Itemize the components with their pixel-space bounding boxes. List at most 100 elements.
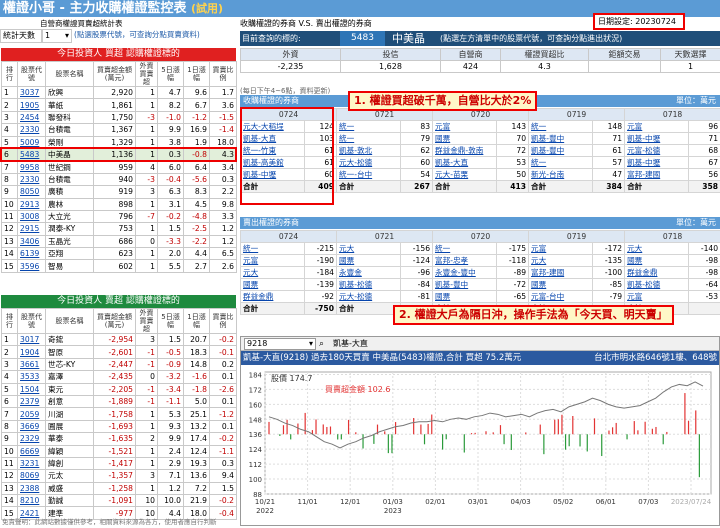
sell-broker-amount: -89 (496, 266, 530, 279)
sell-broker-name[interactable]: 統一 (240, 242, 305, 255)
sell-broker-name[interactable]: 元大 (240, 266, 305, 279)
sell-broker-name[interactable]: 元富-台中 (528, 290, 594, 303)
buy-broker-name[interactable]: 凱基-大直 (432, 156, 498, 169)
buy-broker-name[interactable]: 新光-台南 (528, 168, 594, 181)
sell-broker-name[interactable]: 統一 (432, 242, 498, 255)
stat-days-select[interactable]: 1 ▾ (42, 29, 72, 43)
buy-broker-name[interactable]: 凱基-敦北 (336, 144, 402, 157)
buy-broker-name[interactable]: 統一-台中 (336, 168, 402, 181)
sell-broker-amount: -53 (688, 290, 720, 303)
buy-stock-code[interactable]: 2913 (17, 197, 46, 211)
sell-broker-name[interactable]: 元大 (528, 254, 594, 267)
sell-broker-name[interactable]: 國票 (336, 254, 402, 267)
buy-broker-name[interactable]: 凱基-豐中 (528, 132, 594, 145)
legend-amount: 買賣超金額 102.6 (325, 384, 390, 394)
buy-broker-name[interactable]: 凱基-中壢 (624, 156, 690, 169)
sell-stock-code[interactable]: 2329 (17, 432, 46, 446)
sell-rank: 4 (1, 370, 18, 384)
sell-broker-name[interactable]: 國票 (240, 278, 305, 291)
buy-stock-code[interactable]: 2454 (17, 110, 46, 125)
buy-broker-name[interactable]: 元富 (432, 120, 498, 133)
buy-broker-name[interactable]: 國票 (432, 132, 498, 145)
buy-header-row: 排行 股票代號 股票名稱 買賣超金額(萬元) 外資買賣超 5日漲幅 1日漲幅 買賣比例 (1, 61, 237, 87)
buy-stock-name: 廣積 (45, 185, 94, 199)
buy-stock-code[interactable]: 1905 (17, 98, 46, 112)
sell-broker-name[interactable]: 元大 (624, 242, 690, 255)
buy-broker-name[interactable]: 凱基-豐中 (528, 144, 594, 157)
buy-row: 3 2454 聯發科 1,750 -3 -1.0 -1.2 -1.5 (1, 110, 237, 125)
buy-stock-name: 欣興 (45, 85, 94, 100)
sell-stock-code[interactable]: 6669 (17, 444, 46, 458)
sell-broker-name[interactable]: 國票 (528, 278, 594, 291)
buy-broker-name[interactable]: 元富 (624, 120, 690, 133)
sell-amount: -1,357 (93, 469, 136, 483)
sell-broker-name[interactable]: 群益金鼎 (624, 266, 690, 279)
sell-broker-name[interactable]: 元大-松德 (336, 290, 402, 303)
buy-foreign: 4 (135, 160, 158, 174)
sell-broker-name[interactable]: 國票 (624, 254, 690, 267)
buy-broker-amount: 71 (592, 132, 626, 145)
buy-stock-code[interactable]: 3008 (17, 209, 46, 224)
buy-broker-name[interactable]: 元大-苗栗 (432, 168, 498, 181)
sell-stock-code[interactable]: 1504 (17, 382, 46, 396)
buy-total-label: 合計 (432, 180, 498, 193)
buy-broker-name[interactable]: 元富-松德 (624, 144, 690, 157)
buy-stock-code[interactable]: 3037 (17, 85, 46, 100)
buy-stock-code[interactable]: 3596 (17, 259, 46, 273)
date-setting[interactable]: 日期設定: 20230724 (593, 13, 685, 30)
sell-stock-name: 元太 (45, 469, 94, 483)
buy-stock-code[interactable]: 8050 (17, 185, 46, 199)
summary-header: 自營商 (440, 48, 501, 61)
sell-broker-name[interactable]: 元富 (528, 242, 594, 255)
buy-broker-name[interactable]: 群益金鼎-敦南 (432, 144, 498, 157)
sell-stock-code[interactable]: 2388 (17, 481, 46, 496)
sell-broker-name[interactable]: 凱基-豐中 (432, 278, 498, 291)
sell-broker-name[interactable]: 群益金鼎 (240, 290, 305, 303)
buy-broker-name[interactable]: 凱基-中壢 (624, 132, 690, 145)
sell-broker-name[interactable]: 元富 (624, 290, 690, 303)
buy-broker-name[interactable]: 元大-松德 (336, 156, 402, 169)
sell-broker-name[interactable]: 永豐金 (336, 266, 402, 279)
sell-stock-code[interactable]: 2379 (17, 394, 46, 409)
buy-broker-name[interactable]: 統一 (528, 156, 594, 169)
sell-broker-name[interactable]: 元大 (336, 242, 402, 255)
buy-stock-code[interactable]: 9958 (17, 160, 46, 174)
buy-stock-code[interactable]: 2915 (17, 222, 46, 236)
sell-stock-code[interactable]: 3017 (17, 332, 46, 347)
buy-stock-code[interactable]: 2330 (17, 172, 46, 187)
query-code[interactable]: 5483 (340, 31, 385, 46)
sell-stock-code[interactable]: 3533 (17, 370, 46, 384)
buy-stock-code[interactable]: 2330 (17, 123, 46, 137)
buy-broker-amount: 62 (400, 144, 434, 157)
sell-stock-code[interactable]: 3231 (17, 456, 46, 471)
buy-broker-amount: 54 (400, 168, 434, 181)
sell-broker-name[interactable]: 元富 (240, 254, 305, 267)
sell-stock-code[interactable]: 2059 (17, 407, 46, 421)
sell-broker-name[interactable]: 永豐金-豐中 (432, 266, 498, 279)
sell-broker-name[interactable]: 凱基-松德 (624, 278, 690, 291)
summary-table: 外資 投信 自營商 權證買超比 鉅額交易 天數選擇 -2,235 1,628 424 4.3 1 (240, 48, 720, 73)
sell-stock-code[interactable]: 8210 (17, 494, 46, 508)
sell-stock-code[interactable]: 1904 (17, 345, 46, 359)
sell-rank: 8 (1, 419, 18, 434)
buy-stock-code[interactable]: 3406 (17, 234, 46, 249)
sell-broker-name[interactable]: 富邦-忠孝 (432, 254, 498, 267)
search-icon[interactable]: ⌕ (319, 337, 324, 351)
sell-broker-name[interactable]: 富邦-建國 (528, 266, 594, 279)
sell-broker-name[interactable]: 凱基-松德 (336, 278, 402, 291)
buy-broker-name[interactable]: 統一 (336, 120, 402, 133)
buy-stock-code[interactable]: 6139 (17, 247, 46, 261)
broker-select[interactable]: 9218 ▾ (244, 338, 316, 350)
summary-value[interactable]: 1 (660, 60, 720, 73)
sell-stock-code[interactable]: 8069 (17, 469, 46, 483)
sell-stock-code[interactable]: 3669 (17, 419, 46, 434)
sell-broker-name[interactable]: 國票 (432, 290, 498, 303)
sell-stock-code[interactable]: 3661 (17, 357, 46, 372)
buy-broker-name[interactable]: 統一 (336, 132, 402, 145)
sell-broker-amount: -72 (496, 278, 530, 291)
buy-broker-name[interactable]: 統一 (528, 120, 594, 133)
sell-broker-amount: -65 (496, 290, 530, 303)
buy-broker-name[interactable]: 富邦-建國 (624, 168, 690, 181)
buy-stock-name: 智易 (45, 259, 94, 273)
buy-broker-unit: 單位：萬元 (676, 96, 716, 105)
